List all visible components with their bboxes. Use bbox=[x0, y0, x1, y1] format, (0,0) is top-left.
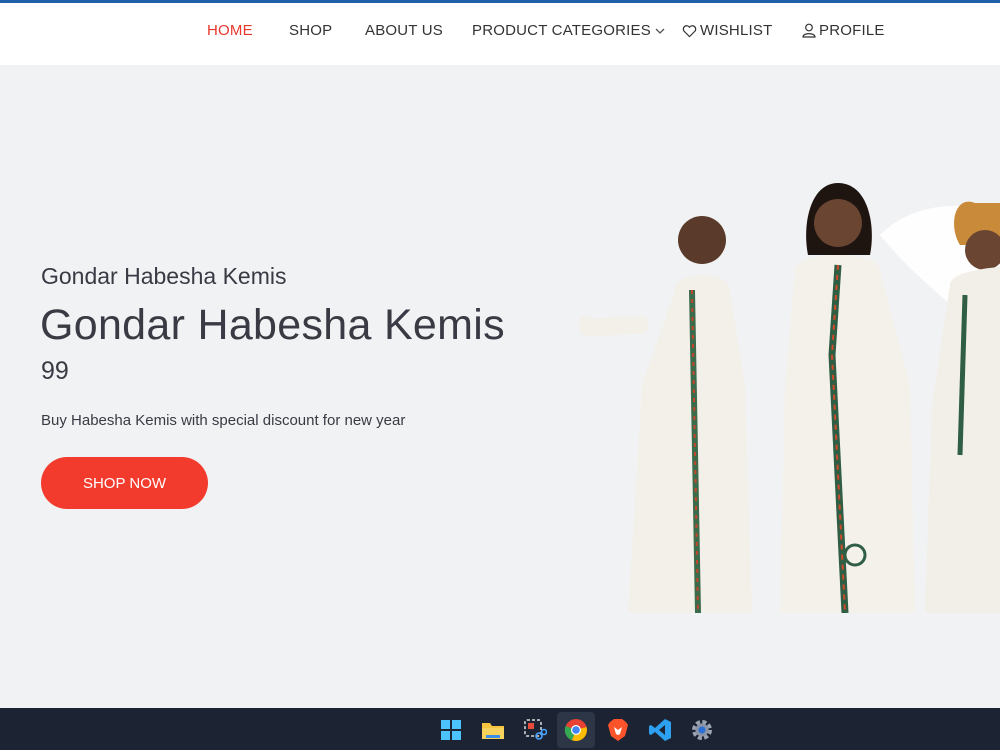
taskbar bbox=[0, 708, 1000, 750]
hero-banner: Gondar Habesha Kemis Gondar Habesha Kemi… bbox=[0, 65, 1000, 708]
nav-home[interactable]: HOME bbox=[207, 22, 253, 39]
nav-shop-label: SHOP bbox=[289, 22, 333, 39]
snipping-tool-icon[interactable] bbox=[522, 717, 548, 743]
hero-title: Gondar Habesha Kemis bbox=[40, 301, 505, 349]
file-explorer-icon[interactable] bbox=[480, 717, 506, 743]
nav-profile[interactable]: PROFILE bbox=[802, 22, 885, 39]
hero-price: 99 bbox=[41, 357, 69, 385]
chrome-icon[interactable] bbox=[563, 717, 589, 743]
hero-subtitle: Gondar Habesha Kemis bbox=[41, 263, 287, 289]
nav-shop[interactable]: SHOP bbox=[289, 22, 332, 39]
nav-profile-label: PROFILE bbox=[819, 22, 885, 39]
nav-product-categories[interactable]: PRODUCT CATEGORIES bbox=[472, 22, 666, 39]
hero-description: Buy Habesha Kemis with special discount … bbox=[41, 412, 406, 429]
nav-about-label: ABOUT US bbox=[365, 22, 444, 39]
shop-now-button[interactable]: SHOP NOW bbox=[41, 457, 208, 509]
brave-icon[interactable] bbox=[605, 717, 631, 743]
windows-start-icon[interactable] bbox=[438, 717, 464, 743]
settings-icon[interactable] bbox=[689, 717, 715, 743]
nav-home-label: HOME bbox=[207, 22, 253, 39]
heart-icon bbox=[682, 24, 697, 37]
chevron-down-icon bbox=[655, 28, 665, 34]
nav-categories-label: PRODUCT CATEGORIES bbox=[472, 22, 651, 39]
user-icon bbox=[802, 23, 816, 38]
nav-wishlist-label: WISHLIST bbox=[700, 22, 773, 39]
hero-product-image bbox=[580, 183, 1000, 613]
nav-about-us[interactable]: ABOUT US bbox=[365, 22, 443, 39]
nav-wishlist[interactable]: WISHLIST bbox=[682, 22, 772, 39]
main-navbar: HOME SHOP ABOUT US PRODUCT CATEGORIES WI… bbox=[0, 3, 1000, 65]
vscode-icon[interactable] bbox=[647, 717, 673, 743]
